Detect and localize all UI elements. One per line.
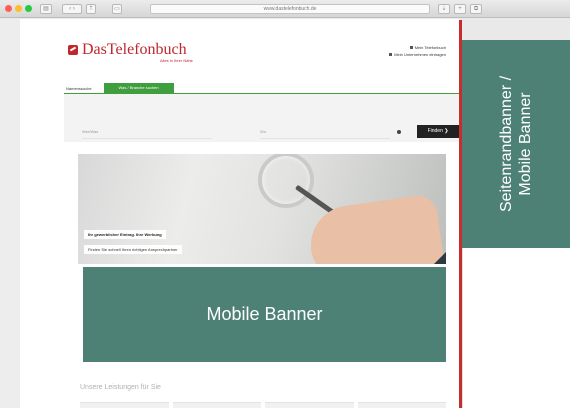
search-where-input[interactable]: Wo [260, 125, 390, 139]
service-card[interactable] [357, 402, 446, 408]
service-cards [80, 402, 446, 408]
site-logo[interactable]: DasTelefonbuch [68, 41, 187, 59]
magnifier-lens-image [258, 154, 314, 208]
share-icon[interactable]: ⇡ [86, 4, 96, 14]
search-what-input[interactable]: Wer/Was [82, 125, 212, 139]
logo-text: DasTelefonbuch [82, 41, 187, 58]
top-link-add-company[interactable]: Mein Unternehmen eintragen [389, 51, 446, 58]
address-bar[interactable]: www.dastelefonbuch.de [150, 4, 430, 14]
side-empty-area [462, 248, 570, 408]
phonebook-logo-icon [68, 45, 78, 55]
top-links: Mein Telefonbuch Mein Unternehmen eintra… [389, 44, 446, 58]
tab-overview-icon[interactable]: ▭ [112, 4, 122, 14]
sidebar-toggle-icon[interactable]: ▤ [40, 4, 52, 14]
new-tab-icon[interactable]: + [454, 4, 466, 14]
left-gutter [0, 19, 20, 408]
bullet-icon [409, 46, 413, 49]
tab-branch-search[interactable]: Was / Branche suchen [103, 83, 174, 93]
back-forward-icon[interactable]: ‹ › [62, 4, 82, 14]
service-card[interactable] [172, 402, 261, 408]
hero-corner-fold [434, 252, 446, 264]
search-panel: Wer/Was Wo Finden ❯ [64, 94, 460, 142]
service-card[interactable] [80, 402, 169, 408]
tabs-icon[interactable]: ⧉ [470, 4, 482, 14]
service-card[interactable] [265, 402, 354, 408]
hero-banner[interactable]: Ihr gewerblicher Eintrag. Ihre Werbung F… [78, 154, 446, 264]
zoom-window-button[interactable] [25, 5, 32, 12]
search-tabs: Namenssuche Was / Branche suchen [64, 83, 174, 93]
services-heading: Unsere Leistungen für Sie [80, 384, 161, 391]
browser-toolbar: ▤ ‹ › ⇡ ▭ www.dastelefonbuch.de ⇣ + ⧉ [0, 0, 570, 18]
download-icon[interactable]: ⇣ [438, 4, 450, 14]
side-banner[interactable]: Seitenrandbanner / Mobile Banner [462, 40, 570, 248]
mobile-banner[interactable]: Mobile Banner [83, 267, 446, 362]
hero-caption-text: Finden Sie schnell Ihren richtigen Anspr… [84, 245, 182, 254]
bullet-icon [389, 53, 393, 56]
window-controls [5, 5, 32, 12]
mobile-banner-label: Mobile Banner [206, 304, 323, 324]
top-link-my-phonebook[interactable]: Mein Telefonbuch [389, 44, 446, 51]
side-banner-label: Seitenrandbanner / Mobile Banner [498, 75, 535, 213]
minimize-window-button[interactable] [15, 5, 22, 12]
tab-name-search[interactable]: Namenssuche [64, 84, 94, 93]
close-window-button[interactable] [5, 5, 12, 12]
hero-caption-title: Ihr gewerblicher Eintrag. Ihre Werbung [84, 230, 166, 239]
find-button[interactable]: Finden ❯ [417, 125, 459, 138]
logo-tagline: Alles in Ihrer Nähe [160, 58, 193, 63]
location-icon[interactable] [397, 130, 401, 134]
